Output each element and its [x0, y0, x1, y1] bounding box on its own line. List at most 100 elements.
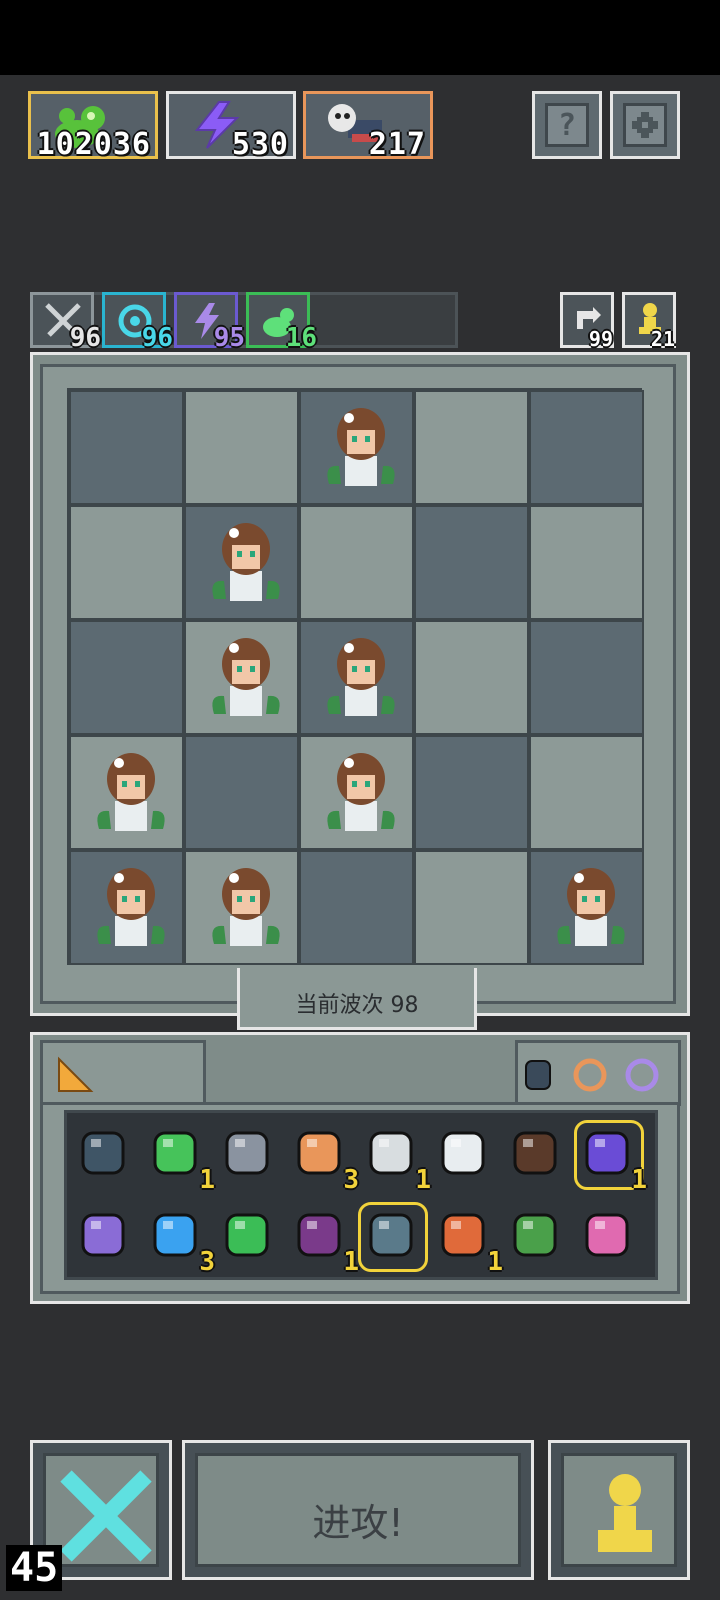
equipment-tab — [515, 1040, 681, 1106]
board-cell[interactable] — [414, 620, 529, 735]
board-cell[interactable] — [414, 505, 529, 620]
item-count: 1 — [487, 1247, 503, 1277]
pawn-icon — [598, 1474, 652, 1552]
blue-orb-icon — [153, 1213, 197, 1257]
help-icon: ? — [557, 107, 577, 143]
inventory-item[interactable]: 3 — [289, 1123, 359, 1195]
hero-unit[interactable] — [89, 749, 173, 839]
armor-icon[interactable] — [518, 1055, 558, 1095]
settings-button[interactable] — [610, 91, 680, 159]
hero-unit[interactable] — [89, 864, 173, 954]
board-cell[interactable] — [69, 390, 184, 505]
inventory-item[interactable]: 1 — [289, 1205, 359, 1277]
emerald-heart-icon — [153, 1131, 197, 1175]
buff-value: 16 — [285, 323, 317, 353]
inventory-item[interactable] — [505, 1205, 569, 1269]
hero-unit[interactable] — [204, 634, 288, 724]
inventory-grid: 1 3 1 1 3 1 1 — [64, 1110, 658, 1280]
board-cell[interactable] — [529, 620, 644, 735]
buff-slime[interactable]: 16 — [246, 292, 317, 353]
buff-value: 96 — [69, 323, 101, 353]
status-bar — [0, 0, 720, 75]
axe-icon — [441, 1213, 485, 1257]
buff-sword[interactable]: 96 — [30, 292, 101, 353]
board-cell[interactable] — [529, 390, 644, 505]
item-count: 1 — [199, 1165, 215, 1195]
inventory-item[interactable] — [433, 1123, 497, 1187]
item-count: 1 — [343, 1247, 359, 1277]
mirror-icon — [441, 1131, 485, 1175]
bat-crown-icon — [81, 1213, 125, 1257]
hero-unit[interactable] — [319, 749, 403, 839]
resource-slime[interactable]: 102036 — [28, 91, 158, 162]
board-cell[interactable] — [529, 850, 644, 965]
board-cell[interactable] — [529, 505, 644, 620]
buff-magic[interactable]: 96 — [102, 292, 173, 353]
inventory-item[interactable] — [217, 1205, 281, 1269]
item-count: 1 — [631, 1165, 647, 1195]
inventory-item[interactable]: 3 — [145, 1205, 215, 1277]
refresh-counter[interactable]: 99 — [560, 292, 614, 351]
ring-arcane-icon[interactable] — [622, 1055, 662, 1095]
board-cell[interactable] — [414, 390, 529, 505]
inventory-item[interactable] — [505, 1123, 569, 1187]
board-cell[interactable] — [69, 850, 184, 965]
item-count: 3 — [343, 1165, 359, 1195]
pink-arrow-icon — [585, 1213, 629, 1257]
pawn-counter[interactable]: 21 — [622, 292, 676, 351]
potion-jar-icon — [585, 1131, 629, 1175]
board-cell[interactable] — [69, 620, 184, 735]
board-cell[interactable] — [414, 735, 529, 850]
item-count: 1 — [415, 1165, 431, 1195]
board-cell[interactable] — [529, 735, 644, 850]
board-cell[interactable] — [184, 620, 299, 735]
board-cell[interactable] — [299, 390, 414, 505]
inventory-item[interactable]: 1 — [574, 1120, 647, 1195]
resource-value: 102036 — [36, 127, 151, 162]
spike-crate-icon — [513, 1131, 557, 1175]
inventory-item[interactable]: 1 — [361, 1123, 431, 1195]
hero-unit[interactable] — [549, 864, 633, 954]
item-count: 3 — [199, 1247, 215, 1277]
fps-counter: 45 — [6, 1545, 63, 1591]
board-cell[interactable] — [299, 850, 414, 965]
board-cell[interactable] — [184, 735, 299, 850]
hero-unit[interactable] — [319, 404, 403, 494]
gear-icon — [632, 112, 658, 138]
board-cell[interactable] — [184, 390, 299, 505]
attack-button[interactable]: 进攻! — [182, 1440, 534, 1580]
board-cell[interactable] — [69, 505, 184, 620]
hero-unit[interactable] — [204, 864, 288, 954]
hero-unit[interactable] — [319, 634, 403, 724]
inventory-item[interactable] — [358, 1202, 428, 1272]
board-cell[interactable] — [299, 735, 414, 850]
attack-label: 进攻! — [312, 1501, 404, 1545]
shield-icon — [81, 1131, 125, 1175]
help-button[interactable]: ? — [532, 91, 602, 159]
inventory-item[interactable] — [577, 1205, 641, 1269]
board-cell[interactable] — [69, 735, 184, 850]
buff-lightning[interactable]: 95 — [174, 292, 245, 353]
demon-mask-icon — [297, 1213, 341, 1257]
board-cell[interactable] — [184, 505, 299, 620]
board-cell[interactable] — [414, 850, 529, 965]
resource-energy[interactable]: 530 — [166, 91, 296, 162]
close-icon — [60, 1470, 152, 1562]
inventory-item[interactable] — [217, 1123, 281, 1187]
pawn-button[interactable] — [548, 1440, 690, 1580]
hero-unit[interactable] — [204, 519, 288, 609]
inventory-item[interactable] — [73, 1123, 137, 1187]
counter-value: 21 — [650, 327, 675, 351]
inventory-tab[interactable] — [40, 1040, 206, 1106]
wave-label: 当前波次 98 — [242, 985, 472, 1027]
inventory-item[interactable]: 1 — [433, 1205, 503, 1277]
hammer-icon — [225, 1131, 269, 1175]
board-cell[interactable] — [299, 505, 414, 620]
inventory-item[interactable]: 1 — [145, 1123, 215, 1195]
buff-value: 95 — [213, 323, 245, 353]
board-cell[interactable] — [299, 620, 414, 735]
resource-summon[interactable]: 217 — [303, 91, 433, 162]
board-cell[interactable] — [184, 850, 299, 965]
ring-fire-icon[interactable] — [570, 1055, 610, 1095]
inventory-item[interactable] — [73, 1205, 137, 1269]
